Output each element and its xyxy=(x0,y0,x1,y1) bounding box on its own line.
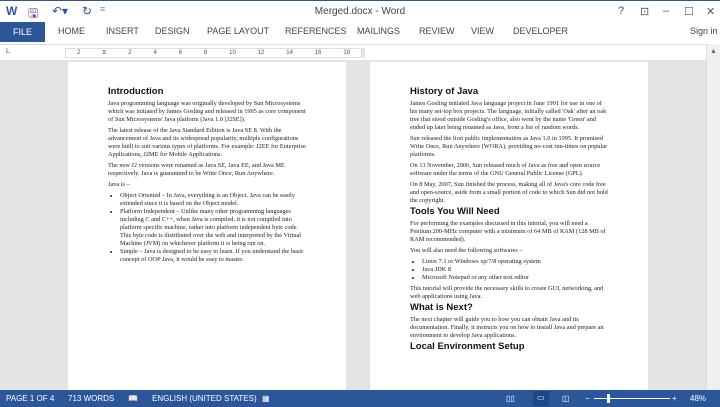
paragraph: The next chapter will guide you to how y… xyxy=(410,316,604,339)
vertical-scrollbar[interactable]: ▲ xyxy=(706,44,720,390)
minimize-icon[interactable]: – xyxy=(663,5,669,17)
bullet-list: Linux 7.1 or Windows xp/7/8 operating sy… xyxy=(422,258,610,282)
ribbon-tabs: FILE HOME INSERT DESIGN PAGE LAYOUT REFE… xyxy=(0,22,720,42)
list-item: Microsoft Notepad or any other text edit… xyxy=(422,274,610,282)
paragraph: This tutorial will provide the necessary… xyxy=(410,285,604,300)
zoom-slider[interactable] xyxy=(594,398,670,399)
scroll-up-icon[interactable]: ▲ xyxy=(710,48,717,55)
list-item: Object Oriented – In Java, everything is… xyxy=(120,192,308,208)
ruler-tick: 6 xyxy=(178,50,183,56)
tab-page-layout[interactable]: PAGE LAYOUT xyxy=(207,26,269,36)
paragraph: Java is – xyxy=(108,181,130,188)
ruler-tick: 12 xyxy=(257,50,265,56)
close-icon[interactable]: ✕ xyxy=(706,5,715,18)
heading-introduction: Introduction xyxy=(108,86,164,97)
sign-in-link[interactable]: Sign in xyxy=(690,26,718,36)
page-1[interactable]: Introduction Java programming language w… xyxy=(68,62,346,390)
paragraph: Java programming language was originally… xyxy=(108,100,306,123)
paragraph: The new J2 versions were renamed as Java… xyxy=(108,162,285,177)
paragraph: For performing the examples discussed in… xyxy=(410,220,606,243)
language[interactable]: ENGLISH (UNITED STATES) xyxy=(152,394,257,403)
tab-insert[interactable]: INSERT xyxy=(106,26,139,36)
paragraph: The latest release of the Java Standard … xyxy=(108,127,306,158)
tab-mailings[interactable]: MAILINGS xyxy=(357,26,400,36)
indent-marker-icon[interactable]: ⧖ xyxy=(102,50,106,57)
heading-tools: Tools You Will Need xyxy=(410,206,500,217)
tab-design[interactable]: DESIGN xyxy=(155,26,190,36)
ribbon-display-options-icon[interactable]: ⊡ xyxy=(640,5,649,18)
zoom-in-button[interactable]: + xyxy=(672,394,677,403)
list-item: Simple – Java is designed to be easy to … xyxy=(120,248,308,264)
paragraph: On 8 May, 2007, Sun finished the process… xyxy=(410,181,608,204)
list-item: Java JDK 8 xyxy=(422,266,610,274)
print-layout-icon[interactable]: ▭ xyxy=(533,391,549,406)
ruler-tick: 10 xyxy=(229,50,236,56)
page-2[interactable]: History of Java James Gosling initiated … xyxy=(370,62,648,390)
heading-local-env: Local Environment Setup xyxy=(410,341,525,352)
ruler-tick: 8 xyxy=(203,50,208,56)
paragraph: On 13 November, 2006, Sun released much … xyxy=(410,162,601,177)
title-bar: W 🖫 ↶▾ ↻ ≡ Merged.docx - Word ? ⊡ – ☐ ✕ xyxy=(0,0,720,22)
heading-history: History of Java xyxy=(410,86,479,97)
document-area[interactable]: Introduction Java programming language w… xyxy=(0,60,706,390)
paragraph: You will also need the following softwar… xyxy=(410,247,523,254)
status-bar: PAGE 1 OF 4 713 WORDS 📖 ENGLISH (UNITED … xyxy=(0,390,720,407)
web-layout-icon[interactable]: ◫ xyxy=(562,394,570,403)
zoom-slider-thumb[interactable] xyxy=(607,394,610,403)
tab-home[interactable]: HOME xyxy=(58,26,85,36)
zoom-out-button[interactable]: − xyxy=(585,394,590,403)
bullet-list: Object Oriented – In Java, everything is… xyxy=(120,192,308,264)
window-title: Merged.docx - Word xyxy=(314,6,406,17)
list-item: Platform Independent – Unlike many other… xyxy=(120,208,308,248)
proofing-icon[interactable]: 📖 xyxy=(128,394,138,403)
zoom-level[interactable]: 48% xyxy=(690,394,706,403)
tab-references[interactable]: REFERENCES xyxy=(285,26,347,36)
ruler-tick: 2 xyxy=(128,50,132,56)
help-button[interactable]: ? xyxy=(618,5,624,17)
ruler-tick: 4 xyxy=(153,50,157,56)
page-count[interactable]: PAGE 1 OF 4 xyxy=(6,394,54,403)
word-count[interactable]: 713 WORDS xyxy=(68,394,114,403)
paragraph: James Gosling initiated Java language pr… xyxy=(410,100,607,131)
tab-developer[interactable]: DEVELOPER xyxy=(513,26,568,36)
read-mode-icon[interactable]: ▯▯ xyxy=(506,394,515,403)
tab-view[interactable]: VIEW xyxy=(471,26,494,36)
macro-recording-icon[interactable]: ▦ xyxy=(262,394,270,403)
ruler-tick: 16 xyxy=(314,50,322,56)
tab-file[interactable]: FILE xyxy=(0,22,45,42)
ruler-tick: 2 xyxy=(76,50,81,56)
maximize-icon[interactable]: ☐ xyxy=(684,5,694,18)
tab-review[interactable]: REVIEW xyxy=(419,26,455,36)
ruler-scale[interactable]: 2 ⧖ 2 4 6 8 10 12 14 16 18 xyxy=(65,48,362,58)
ruler-tick: 18 xyxy=(343,50,351,56)
ruler-tick: 14 xyxy=(286,50,293,56)
list-item: Linux 7.1 or Windows xp/7/8 operating sy… xyxy=(422,258,610,266)
paragraph: Sun released the first public implementa… xyxy=(410,135,608,158)
horizontal-ruler[interactable]: L 2 ⧖ 2 4 6 8 10 12 14 16 18 xyxy=(0,44,720,60)
heading-what-next: What is Next? xyxy=(410,302,473,313)
tab-selector-icon[interactable]: L xyxy=(6,48,10,55)
